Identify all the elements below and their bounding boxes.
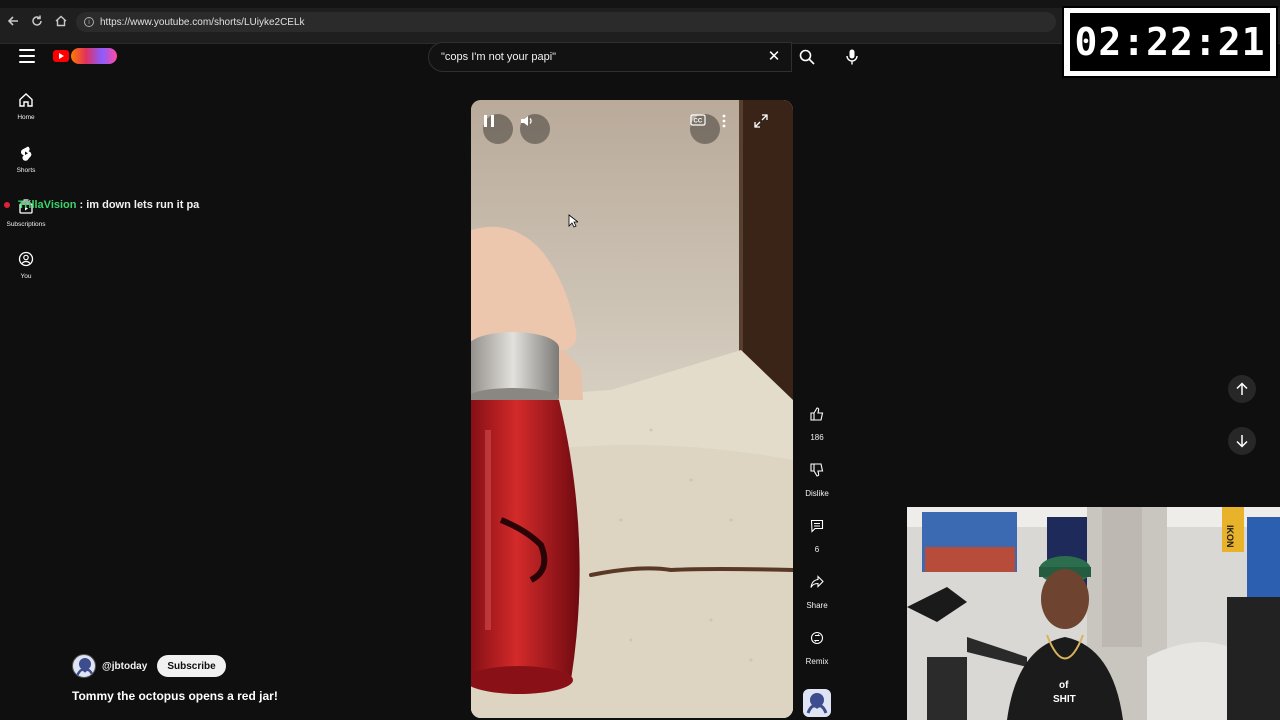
youtube-doodle-logo xyxy=(71,48,117,64)
mic-button[interactable] xyxy=(838,43,866,71)
comment-icon xyxy=(810,519,824,533)
site-info-icon[interactable]: i xyxy=(84,17,94,27)
dislike-button[interactable]: Dislike xyxy=(801,457,833,498)
dislike-label: Dislike xyxy=(805,489,829,498)
shorts-icon xyxy=(20,146,32,161)
thumbs-up-icon xyxy=(810,407,824,421)
svg-text:CC: CC xyxy=(694,119,703,125)
comments-button[interactable]: 6 xyxy=(801,513,833,554)
countdown-timer: 02:22:21 xyxy=(1062,6,1278,78)
search-button[interactable] xyxy=(792,42,822,72)
more-button[interactable] xyxy=(722,114,752,144)
remix-icon xyxy=(810,631,824,645)
clear-icon[interactable]: ✕ xyxy=(766,49,782,65)
next-short-button[interactable] xyxy=(1228,427,1256,455)
webcam-frame: IKON of SHIT xyxy=(907,507,1280,720)
url-text: https://www.youtube.com/shorts/LUiyke2CE… xyxy=(100,16,305,28)
you-icon xyxy=(18,251,34,267)
chat-badge-icon xyxy=(4,202,10,208)
shorts-video-player[interactable]: CC xyxy=(471,100,793,718)
shirt-text-shit: SHIT xyxy=(1053,694,1076,705)
back-icon[interactable] xyxy=(5,13,21,29)
captions-button[interactable]: CC xyxy=(690,114,720,144)
pause-button[interactable] xyxy=(483,114,513,144)
volume-button[interactable] xyxy=(520,114,550,144)
youtube-play-icon xyxy=(53,50,69,62)
remix-label: Remix xyxy=(805,657,829,666)
menu-icon[interactable] xyxy=(19,49,35,63)
banner-text: IKON xyxy=(1225,525,1235,548)
address-bar[interactable]: i https://www.youtube.com/shorts/LUiyke2… xyxy=(76,12,1056,32)
search-input[interactable]: "cops I'm not your papi" xyxy=(428,42,792,72)
sidebar-item-home[interactable]: Home xyxy=(4,92,48,121)
mouse-cursor-icon xyxy=(568,214,578,228)
share-label: Share xyxy=(806,601,828,610)
channel-owner: @jbtoday Subscribe xyxy=(72,654,226,678)
sidebar-item-label: You xyxy=(20,273,32,280)
subscribe-button[interactable]: Subscribe xyxy=(157,655,226,677)
share-icon xyxy=(810,575,824,588)
fullscreen-button[interactable] xyxy=(754,114,784,144)
more-icon xyxy=(722,114,726,128)
arrow-down-icon xyxy=(1236,435,1248,448)
like-count: 186 xyxy=(810,433,824,442)
captions-icon: CC xyxy=(690,114,706,126)
sidebar-item-label: Subscriptions xyxy=(6,221,46,228)
video-title[interactable]: Tommy the octopus opens a red jar! xyxy=(72,689,278,703)
share-button[interactable]: Share xyxy=(801,569,833,610)
previous-short-button[interactable] xyxy=(1228,375,1256,403)
search-icon xyxy=(799,49,815,65)
youtube-logo[interactable] xyxy=(53,47,119,65)
home-icon[interactable] xyxy=(53,13,69,29)
pause-icon xyxy=(484,115,494,127)
reload-icon[interactable] xyxy=(29,13,45,29)
timer-text: 02:22:21 xyxy=(1070,13,1270,71)
video-frame xyxy=(471,100,793,718)
thumbs-down-icon xyxy=(810,463,824,477)
volume-icon xyxy=(521,116,532,126)
like-button[interactable]: 186 xyxy=(801,401,833,442)
chat-username: TrillaVision xyxy=(18,199,77,211)
streamer-webcam: IKON of SHIT xyxy=(907,507,1280,720)
mic-icon xyxy=(846,49,858,65)
fullscreen-icon xyxy=(754,114,768,128)
sidebar-item-shorts[interactable]: Shorts xyxy=(4,145,48,174)
arrow-up-icon xyxy=(1236,382,1248,395)
search-query: "cops I'm not your papi" xyxy=(441,51,557,63)
comment-count: 6 xyxy=(814,545,820,554)
home-icon xyxy=(19,93,33,107)
sound-channel-thumbnail[interactable] xyxy=(803,689,831,717)
sidebar-item-label: Shorts xyxy=(16,167,36,174)
sidebar-item-you[interactable]: You xyxy=(4,251,48,280)
stream-chat-message: TrillaVision : im down lets run it pa xyxy=(4,198,199,212)
sidebar-item-label: Home xyxy=(17,114,35,121)
chat-text: : im down lets run it pa xyxy=(79,199,200,211)
shirt-text-of: of xyxy=(1059,680,1069,691)
remix-button[interactable]: Remix xyxy=(801,625,833,666)
avatar[interactable] xyxy=(72,654,96,678)
channel-name[interactable]: @jbtoday xyxy=(102,661,147,672)
